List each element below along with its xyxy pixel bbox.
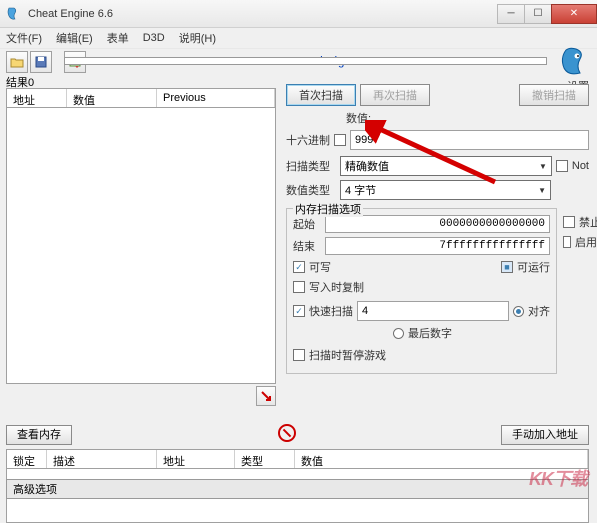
menubar: 文件(F) 编辑(E) 表单 D3D 说明(H) xyxy=(0,28,597,48)
hex-label: 十六进制 xyxy=(286,132,330,148)
advanced-options[interactable]: 高级选项 xyxy=(6,479,589,499)
end-input[interactable] xyxy=(325,237,550,255)
writable-checkbox[interactable]: ✓ xyxy=(293,261,305,273)
menu-d3d[interactable]: D3D xyxy=(143,32,165,44)
col-value[interactable]: 数值 xyxy=(67,89,157,107)
last-digit-label: 最后数字 xyxy=(408,325,452,341)
add-address-button[interactable]: 手动加入地址 xyxy=(501,425,589,445)
window-title: Cheat Engine 6.6 xyxy=(28,8,498,20)
hex-checkbox[interactable] xyxy=(334,134,346,146)
align-radio[interactable] xyxy=(513,306,524,317)
progress-bar xyxy=(64,57,547,65)
cow-label: 写入时复制 xyxy=(309,279,364,295)
executable-checkbox[interactable]: ■ xyxy=(501,261,513,273)
speedhack-checkbox[interactable] xyxy=(563,236,571,248)
not-label: Not xyxy=(572,160,589,172)
col-lock[interactable]: 锁定 xyxy=(7,450,47,468)
memory-legend: 内存扫描选项 xyxy=(293,201,363,217)
titlebar: Cheat Engine 6.6 ─ ☐ ✕ xyxy=(0,0,597,28)
stop-icon[interactable] xyxy=(278,424,296,442)
col-desc[interactable]: 描述 xyxy=(47,450,157,468)
start-label: 起始 xyxy=(293,216,321,232)
save-button[interactable] xyxy=(30,51,52,73)
fast-scan-label: 快速扫描 xyxy=(309,303,353,319)
first-scan-button[interactable]: 首次扫描 xyxy=(286,84,356,106)
start-input[interactable] xyxy=(325,215,550,233)
no-random-label: 禁止随机 xyxy=(579,214,597,230)
col-type[interactable]: 类型 xyxy=(235,450,295,468)
close-button[interactable]: ✕ xyxy=(551,4,597,24)
scan-type-label: 扫描类型 xyxy=(286,158,336,174)
results-list[interactable] xyxy=(6,108,276,384)
end-label: 结束 xyxy=(293,238,321,254)
pause-label: 扫描时暂停游戏 xyxy=(309,347,386,363)
col-address[interactable]: 地址 xyxy=(7,89,67,107)
cow-checkbox[interactable] xyxy=(293,281,305,293)
value-type-select[interactable]: 4 字节▼ xyxy=(340,180,551,200)
maximize-button[interactable]: ☐ xyxy=(524,4,552,24)
col-previous[interactable]: Previous xyxy=(157,89,275,107)
app-icon xyxy=(6,6,22,22)
pause-checkbox[interactable] xyxy=(293,349,305,361)
memory-scan-fieldset: 内存扫描选项 起始 结束 ✓ 可写 ■ 可运行 xyxy=(286,208,557,374)
bottom-bar: 查看内存 手动加入地址 锁定 描述 地址 类型 数值 xyxy=(6,424,589,523)
view-memory-button[interactable]: 查看内存 xyxy=(6,425,72,445)
undo-scan-button[interactable]: 撤销扫描 xyxy=(519,84,589,106)
last-digit-radio[interactable] xyxy=(393,328,404,339)
value-input[interactable] xyxy=(350,130,589,150)
scan-panel: 首次扫描 再次扫描 撤销扫描 数值: 十六进制 扫描类型 精确数值▼ Not 数… xyxy=(286,84,589,374)
fast-scan-checkbox[interactable]: ✓ xyxy=(293,305,305,317)
menu-help[interactable]: 说明(H) xyxy=(179,30,216,46)
scan-type-select[interactable]: 精确数值▼ xyxy=(340,156,552,176)
open-file-button[interactable] xyxy=(6,51,28,73)
value-type-label: 数值类型 xyxy=(286,182,336,198)
executable-label: 可运行 xyxy=(517,259,550,275)
results-header: 地址 数值 Previous xyxy=(6,88,276,108)
menu-file[interactable]: 文件(F) xyxy=(6,30,42,46)
minimize-button[interactable]: ─ xyxy=(497,4,525,24)
col-addr[interactable]: 地址 xyxy=(157,450,235,468)
address-grid-header: 锁定 描述 地址 类型 数值 xyxy=(6,449,589,469)
value-label: 数值: xyxy=(346,110,371,126)
not-checkbox[interactable] xyxy=(556,160,568,172)
menu-table[interactable]: 表单 xyxy=(107,30,129,46)
align-label: 对齐 xyxy=(528,303,550,319)
menu-edit[interactable]: 编辑(E) xyxy=(56,30,93,46)
add-to-list-button[interactable] xyxy=(256,386,276,406)
speedhack-label: 启用速度修改 xyxy=(575,234,597,250)
results-panel: 地址 数值 Previous xyxy=(6,88,276,406)
no-random-checkbox[interactable] xyxy=(563,216,575,228)
watermark: KK下载 xyxy=(529,465,587,491)
writable-label: 可写 xyxy=(309,259,331,275)
next-scan-button[interactable]: 再次扫描 xyxy=(360,84,430,106)
fast-scan-value[interactable] xyxy=(357,301,509,321)
